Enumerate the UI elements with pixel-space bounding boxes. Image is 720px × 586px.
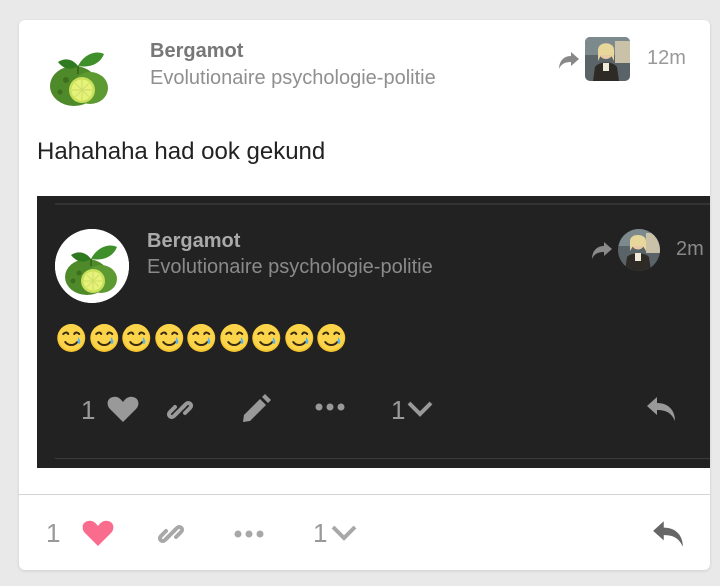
chevron-down-icon[interactable] xyxy=(330,523,358,543)
like-count[interactable]: 1 xyxy=(46,518,60,549)
heart-icon[interactable] xyxy=(82,519,114,547)
embedded-like-count[interactable]: 1 xyxy=(81,395,95,426)
embedded-reply: Bergamot Evolutionaire psychologie-polit… xyxy=(37,196,710,468)
post-actions-divider xyxy=(19,494,710,495)
embedded-reply-to-avatar[interactable] xyxy=(618,229,660,271)
reply-icon[interactable] xyxy=(651,519,685,549)
bergamot-avatar-image xyxy=(55,229,129,303)
smiling-face-with-tear-emoji xyxy=(57,324,86,352)
emoji-row xyxy=(55,322,348,356)
embedded-post-actions: 1 1 xyxy=(37,391,710,431)
reply-icon[interactable] xyxy=(645,395,677,423)
embedded-user-avatar[interactable] xyxy=(55,229,129,303)
heart-icon[interactable] xyxy=(107,395,139,423)
smiling-face-with-tear-emoji xyxy=(154,324,183,352)
post-body-text: Hahahaha had ook gekund xyxy=(37,138,326,165)
embedded-user-title: Evolutionaire psychologie-politie xyxy=(147,256,433,278)
replies-count[interactable]: 1 xyxy=(313,518,327,549)
reply-to-avatar[interactable] xyxy=(585,37,630,81)
more-options-icon[interactable] xyxy=(233,528,265,540)
post-card: Bergamot Evolutionaire psychologie-polit… xyxy=(19,20,710,570)
person-avatar-image xyxy=(618,229,660,271)
post-date[interactable]: 12m xyxy=(647,47,686,70)
smiling-face-with-tear-emoji xyxy=(284,324,313,352)
divider xyxy=(55,458,710,459)
reply-to-icon xyxy=(592,242,612,259)
link-icon[interactable] xyxy=(164,394,196,426)
smiling-face-with-tear-emoji xyxy=(89,324,118,352)
smiling-face-with-tear-emoji xyxy=(317,324,346,352)
embedded-replies-count[interactable]: 1 xyxy=(391,395,405,426)
user-avatar[interactable] xyxy=(44,40,114,110)
user-title: Evolutionaire psychologie-politie xyxy=(150,67,436,89)
smiling-face-with-tear-emoji xyxy=(219,324,248,352)
smiling-face-with-tear-emoji xyxy=(122,324,151,352)
smiling-face-with-tear-emoji xyxy=(252,324,281,352)
link-icon[interactable] xyxy=(155,518,187,550)
reply-to-icon xyxy=(559,52,579,69)
embedded-username[interactable]: Bergamot xyxy=(147,230,240,253)
smiling-face-with-tear-emoji xyxy=(187,324,216,352)
more-options-icon[interactable] xyxy=(315,401,345,413)
edit-icon[interactable] xyxy=(239,394,271,426)
person-avatar-image xyxy=(585,37,630,81)
chevron-down-icon[interactable] xyxy=(406,399,434,419)
post-username[interactable]: Bergamot xyxy=(150,40,243,63)
embedded-post-date[interactable]: 2m xyxy=(676,238,704,261)
post-actions: 1 1 xyxy=(19,510,710,560)
bergamot-avatar-image xyxy=(50,52,108,106)
divider xyxy=(55,203,710,205)
